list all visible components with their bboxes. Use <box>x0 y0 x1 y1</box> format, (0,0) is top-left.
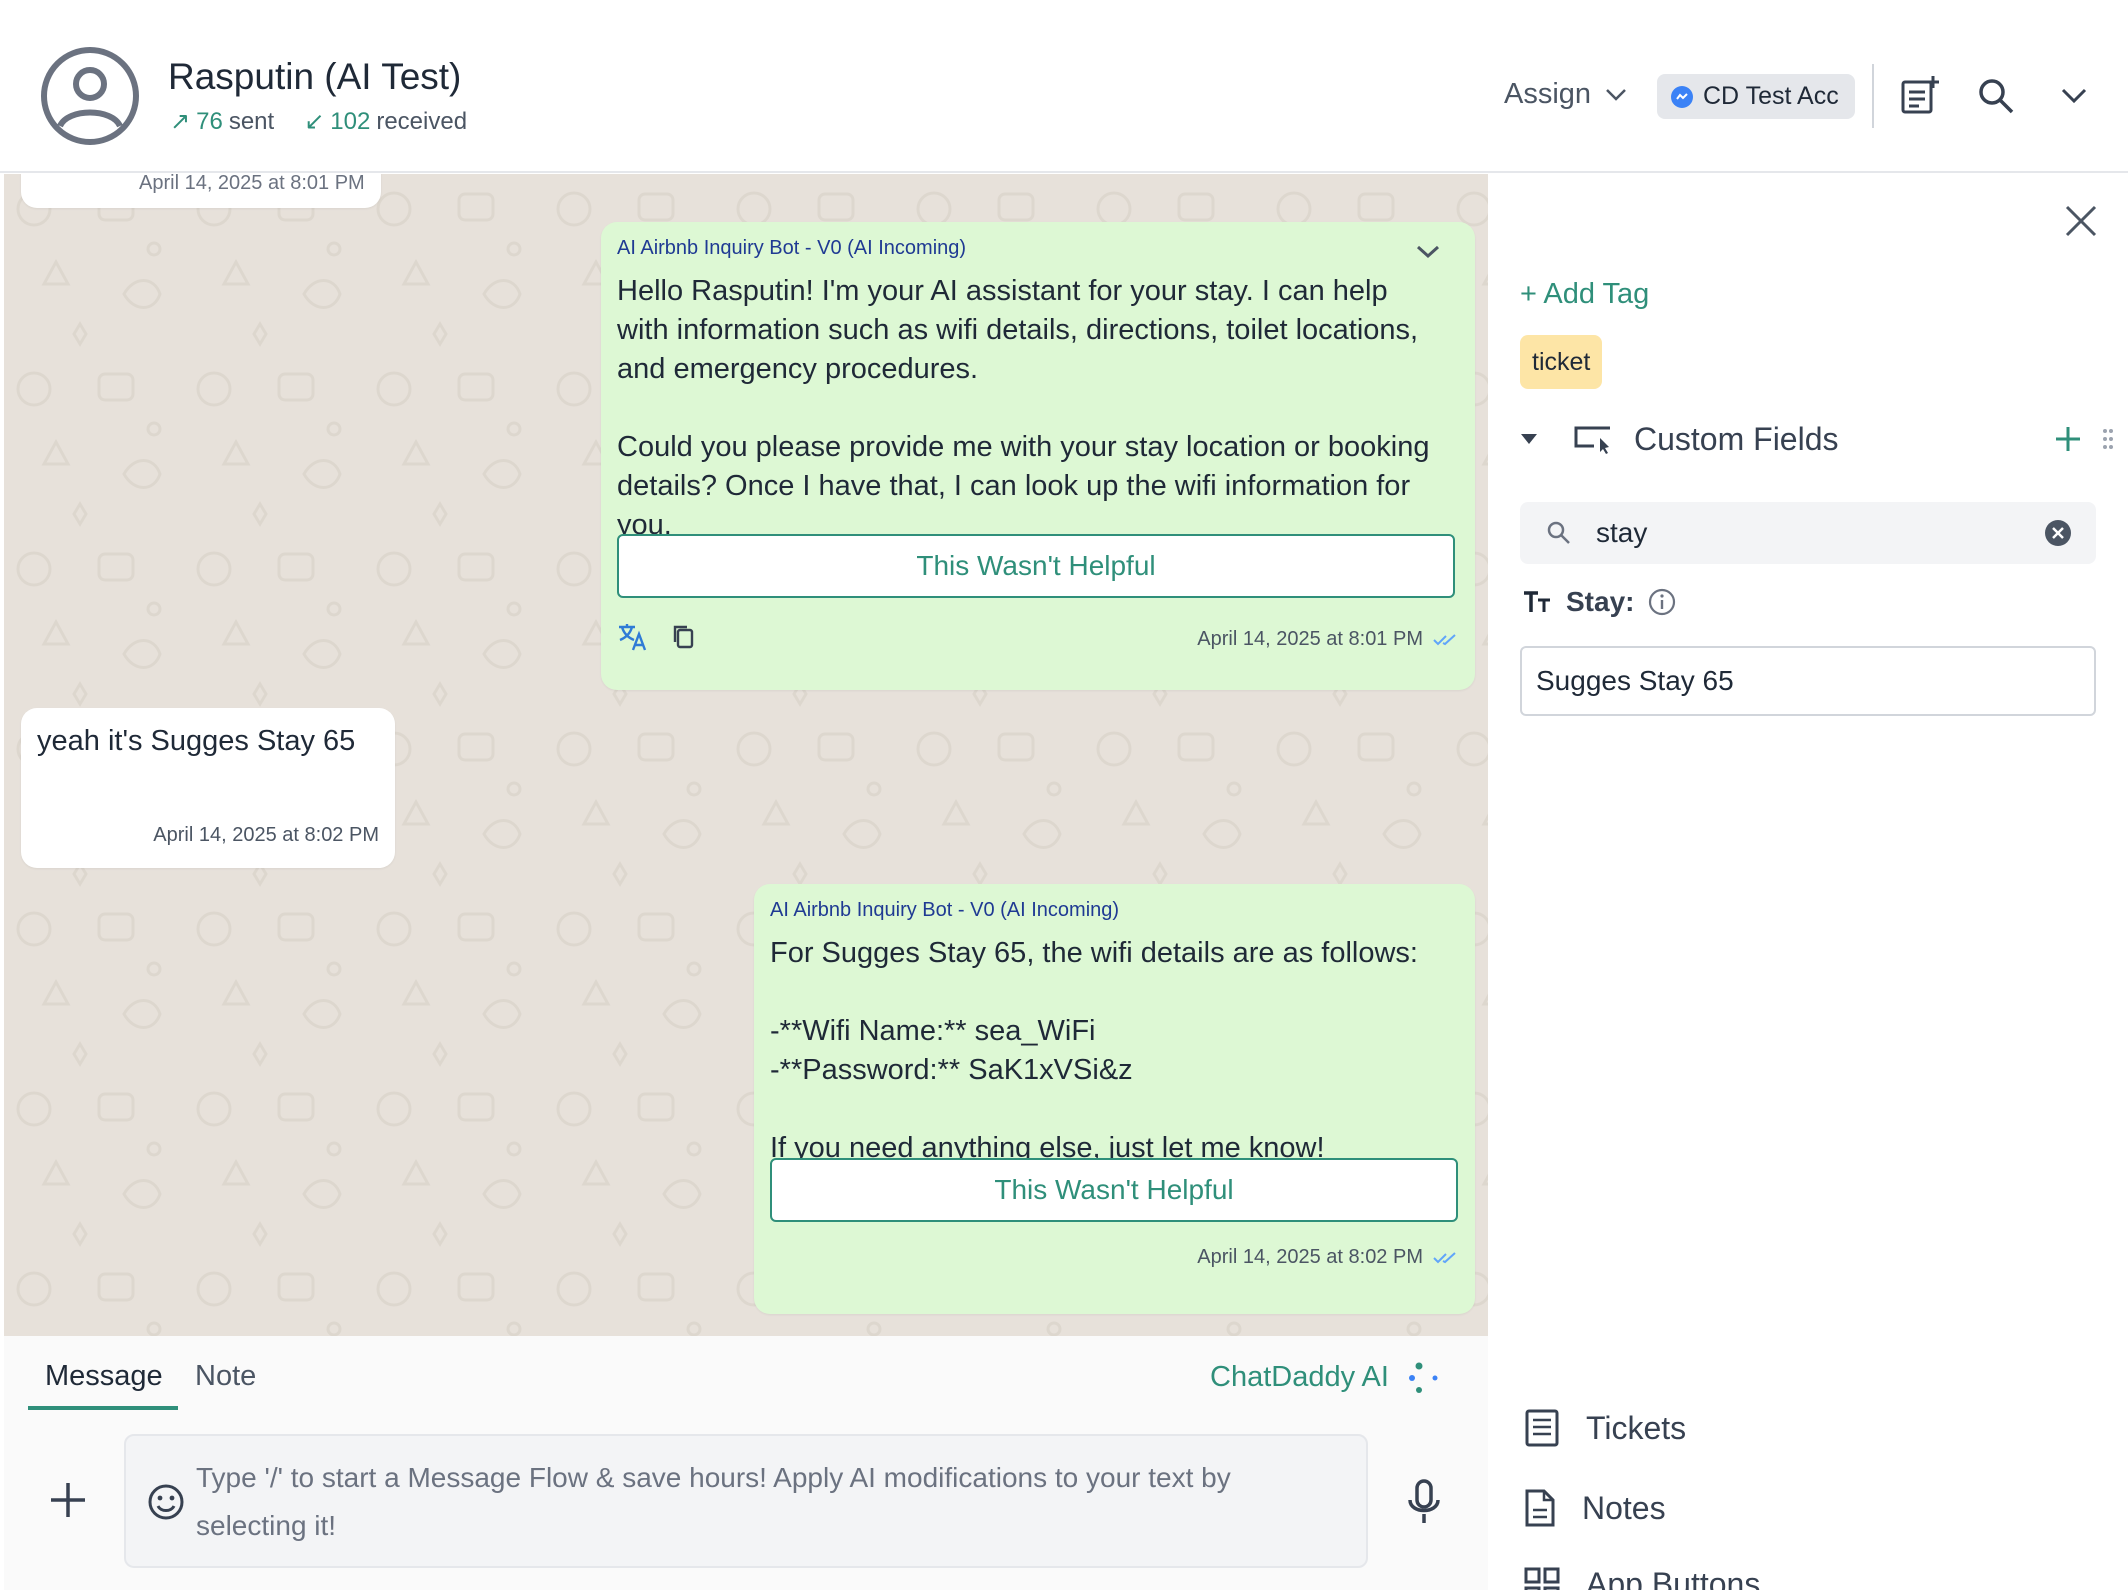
message-input-box <box>124 1434 1368 1568</box>
drag-handle-icon[interactable] <box>2102 428 2114 450</box>
stay-field-label-row: Stay: <box>1522 586 1676 618</box>
chevron-down-icon <box>2061 88 2087 104</box>
messenger-icon <box>1671 85 1693 108</box>
ai-label: ChatDaddy AI <box>1210 1360 1389 1393</box>
copy-icon[interactable] <box>671 624 695 650</box>
contact-name[interactable]: Rasputin (AI Test) <box>168 56 461 98</box>
sender-name: AI Airbnb Inquiry Bot - V0 (AI Incoming) <box>770 899 1120 921</box>
tab-message[interactable]: Message <box>45 1360 163 1393</box>
conversation-header: Rasputin (AI Test) ↗ 76 sent ↙ 102 recei… <box>0 0 2128 173</box>
sender-name: AI Airbnb Inquiry Bot - V0 (AI Incoming) <box>617 237 967 259</box>
avatar-icon[interactable] <box>40 46 140 146</box>
message-timestamp: April 14, 2025 at 8:01 PM <box>139 174 365 194</box>
close-icon[interactable] <box>2064 204 2098 238</box>
message-text: yeah it's Sugges Stay 65 <box>37 725 356 757</box>
message-meta: April 14, 2025 at 8:01 PM <box>1197 628 1459 651</box>
chatdaddy-ai-button[interactable]: ChatDaddy AI <box>1210 1360 1441 1394</box>
message-text: For Sugges Stay 65, the wifi details are… <box>770 937 1418 1164</box>
active-tab-indicator <box>28 1406 178 1410</box>
custom-fields-header[interactable]: Custom Fields <box>1520 418 2114 460</box>
header-divider <box>1872 64 1874 128</box>
sidebar-item-tickets[interactable]: Tickets <box>1524 1408 1686 1448</box>
message-timestamp: April 14, 2025 at 8:01 PM <box>1197 628 1423 650</box>
chevron-down-icon[interactable] <box>1415 244 1441 260</box>
assign-label: Assign <box>1504 78 1592 110</box>
custom-fields-title: Custom Fields <box>1634 420 1839 457</box>
message-text: Hello Rasputin! I'm your AI assistant fo… <box>617 275 1430 541</box>
custom-field-icon <box>1574 426 1610 454</box>
sent-arrow-icon: ↗ <box>170 108 191 135</box>
search-icon <box>1547 521 1570 544</box>
custom-field-search-input[interactable] <box>1596 517 2036 549</box>
sidebar-item-label: Tickets <box>1586 1409 1687 1446</box>
sidebar-item-app-buttons[interactable]: App Buttons <box>1524 1566 1760 1590</box>
double-check-icon <box>1433 633 1456 645</box>
not-helpful-button[interactable]: This Wasn't Helpful <box>617 534 1455 598</box>
received-arrow-icon: ↙ <box>304 108 325 135</box>
add-tag-button[interactable]: + Add Tag <box>1520 278 1649 311</box>
message-bubble-outgoing: AI Airbnb Inquiry Bot - V0 (AI Incoming)… <box>754 884 1475 1314</box>
account-label: CD Test Acc <box>1703 82 1839 110</box>
attach-button[interactable] <box>44 1476 92 1524</box>
not-helpful-button[interactable]: This Wasn't Helpful <box>770 1158 1458 1222</box>
message-timestamp: April 14, 2025 at 8:02 PM <box>153 824 379 846</box>
sidebar-item-notes[interactable]: Notes <box>1524 1488 1666 1528</box>
chat-thread[interactable]: April 14, 2025 at 8:01 PM AI Airbnb Inqu… <box>4 174 1488 1336</box>
tab-note[interactable]: Note <box>195 1360 256 1393</box>
emoji-icon[interactable] <box>146 1482 186 1522</box>
sent-label: sent <box>228 107 275 135</box>
account-chip[interactable]: CD Test Acc <box>1657 74 1855 119</box>
message-meta: April 14, 2025 at 8:02 PM <box>1197 1246 1459 1269</box>
sidebar-item-label: App Buttons <box>1586 1566 1761 1590</box>
sidebar-item-label: Notes <box>1582 1489 1666 1526</box>
search-icon <box>1979 79 2014 114</box>
caret-down-icon[interactable] <box>1520 433 1538 445</box>
info-icon[interactable] <box>1648 588 1676 616</box>
more-options-button[interactable] <box>2050 72 2098 120</box>
tag-chip[interactable]: ticket <box>1520 335 1603 389</box>
search-button[interactable] <box>1972 72 2020 120</box>
message-bubble-incoming: yeah it's Sugges Stay 65 April 14, 2025 … <box>21 708 395 868</box>
message-bubble-incoming: April 14, 2025 at 8:01 PM <box>21 174 381 208</box>
text-field-icon <box>1524 591 1550 612</box>
sent-count: 76 <box>196 107 223 135</box>
tickets-icon <box>1525 1409 1559 1447</box>
clear-icon[interactable] <box>2044 519 2072 547</box>
chevron-down-icon <box>1606 88 1626 101</box>
plus-icon[interactable] <box>2054 425 2082 453</box>
stay-field-input[interactable] <box>1520 646 2096 716</box>
received-count: 102 <box>330 107 371 135</box>
custom-field-search <box>1520 502 2096 564</box>
double-check-icon <box>1433 1251 1456 1263</box>
translate-icon[interactable] <box>617 622 649 652</box>
sparkle-icon <box>1408 1362 1438 1393</box>
message-bubble-outgoing: AI Airbnb Inquiry Bot - V0 (AI Incoming)… <box>601 222 1475 690</box>
message-input[interactable] <box>196 1454 1346 1554</box>
note-add-icon <box>1901 76 1939 114</box>
stay-field-label: Stay: <box>1566 586 1635 617</box>
plus-icon <box>51 1483 85 1517</box>
add-note-button[interactable] <box>1895 72 1943 120</box>
notes-icon <box>1525 1489 1555 1527</box>
message-timestamp: April 14, 2025 at 8:02 PM <box>1197 1246 1423 1268</box>
app-buttons-icon <box>1524 1567 1560 1590</box>
message-stats: ↗ 76 sent ↙ 102 received <box>170 107 467 136</box>
received-label: received <box>376 107 468 135</box>
assign-dropdown[interactable]: Assign <box>1504 78 1627 111</box>
microphone-icon[interactable] <box>1404 1478 1444 1526</box>
